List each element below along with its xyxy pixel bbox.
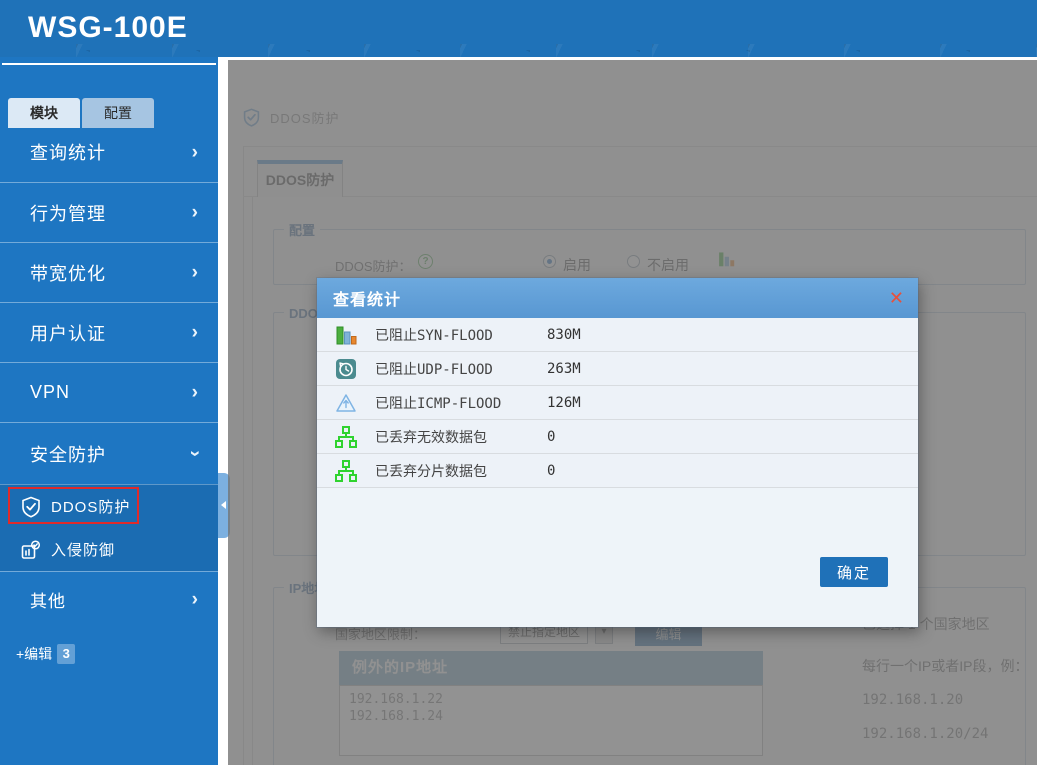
network-tree-icon xyxy=(335,460,357,482)
close-icon[interactable]: ✕ xyxy=(889,287,904,309)
stats-row: 已阻止UDP-FLOOD 263M xyxy=(317,352,918,386)
chevron-right-icon: › xyxy=(192,590,198,609)
stats-row: 已丢弃分片数据包 0 xyxy=(317,454,918,488)
sidebar-item-query-stats[interactable]: 查询统计 › xyxy=(0,122,218,182)
edit-count-badge: 3 xyxy=(57,644,75,664)
sidebar-item-bandwidth[interactable]: 带宽优化 › xyxy=(0,242,218,302)
sidebar: 模块 配置 查询统计 › 行为管理 › 带宽优化 › 用户认证 › VPN › xyxy=(0,57,218,765)
warning-triangle-icon xyxy=(335,392,357,414)
dialog-title: 查看统计 xyxy=(333,286,401,310)
app-header: WSG-100E xyxy=(0,0,1037,57)
stats-row: 已阻止SYN-FLOOD 830M xyxy=(317,318,918,352)
sidebar-item-behavior[interactable]: 行为管理 › xyxy=(0,182,218,242)
security-submenu: DDOS防护 入侵防御 xyxy=(0,484,218,571)
sidebar-nav: 查询统计 › 行为管理 › 带宽优化 › 用户认证 › VPN › 安全防护 › xyxy=(0,122,218,664)
sidebar-divider xyxy=(2,63,216,65)
wsg-admin-page: WSG-100E 模块 配置 查询统计 › 行为管理 › 带宽优化 › 用户认证… xyxy=(0,0,1037,765)
sidebar-item-vpn[interactable]: VPN › xyxy=(0,362,218,422)
app-title: WSG-100E xyxy=(28,11,188,45)
ok-button[interactable]: 确定 xyxy=(820,557,888,587)
intrusion-badge-icon xyxy=(20,539,42,561)
sidebar-item-other[interactable]: 其他 › xyxy=(0,571,218,626)
edit-row: +编辑 3 xyxy=(16,644,218,664)
stats-row: 已丢弃无效数据包 0 xyxy=(317,420,918,454)
dialog-titlebar: 查看统计 ✕ xyxy=(317,278,918,318)
sidebar-item-user-auth[interactable]: 用户认证 › xyxy=(0,302,218,362)
view-stats-dialog: 查看统计 ✕ 已阻止SYN-FLOOD 830M 已 xyxy=(317,278,918,627)
sidebar-gutter xyxy=(218,57,228,765)
history-clock-icon xyxy=(335,358,357,380)
sidebar-item-intrusion[interactable]: 入侵防御 xyxy=(0,528,218,571)
edit-menu-button[interactable]: +编辑 xyxy=(16,644,52,664)
chevron-right-icon: › xyxy=(192,383,198,402)
shield-check-icon xyxy=(20,496,42,518)
collapse-left-icon xyxy=(221,501,226,509)
chevron-right-icon: › xyxy=(192,203,198,222)
chevron-right-icon: › xyxy=(192,143,198,162)
chevron-right-icon: › xyxy=(192,263,198,282)
stats-row: 已阻止ICMP-FLOOD 126M xyxy=(317,386,918,420)
chevron-right-icon: › xyxy=(192,323,198,342)
chevron-down-icon: › xyxy=(185,450,204,456)
sidebar-item-security[interactable]: 安全防护 › xyxy=(0,422,218,484)
bar-chart-icon xyxy=(335,324,357,346)
stats-table: 已阻止SYN-FLOOD 830M 已阻止UDP-FLOOD 263M 已阻 xyxy=(317,318,918,488)
network-tree-icon xyxy=(335,426,357,448)
sidebar-item-ddos[interactable]: DDOS防护 xyxy=(0,485,218,528)
